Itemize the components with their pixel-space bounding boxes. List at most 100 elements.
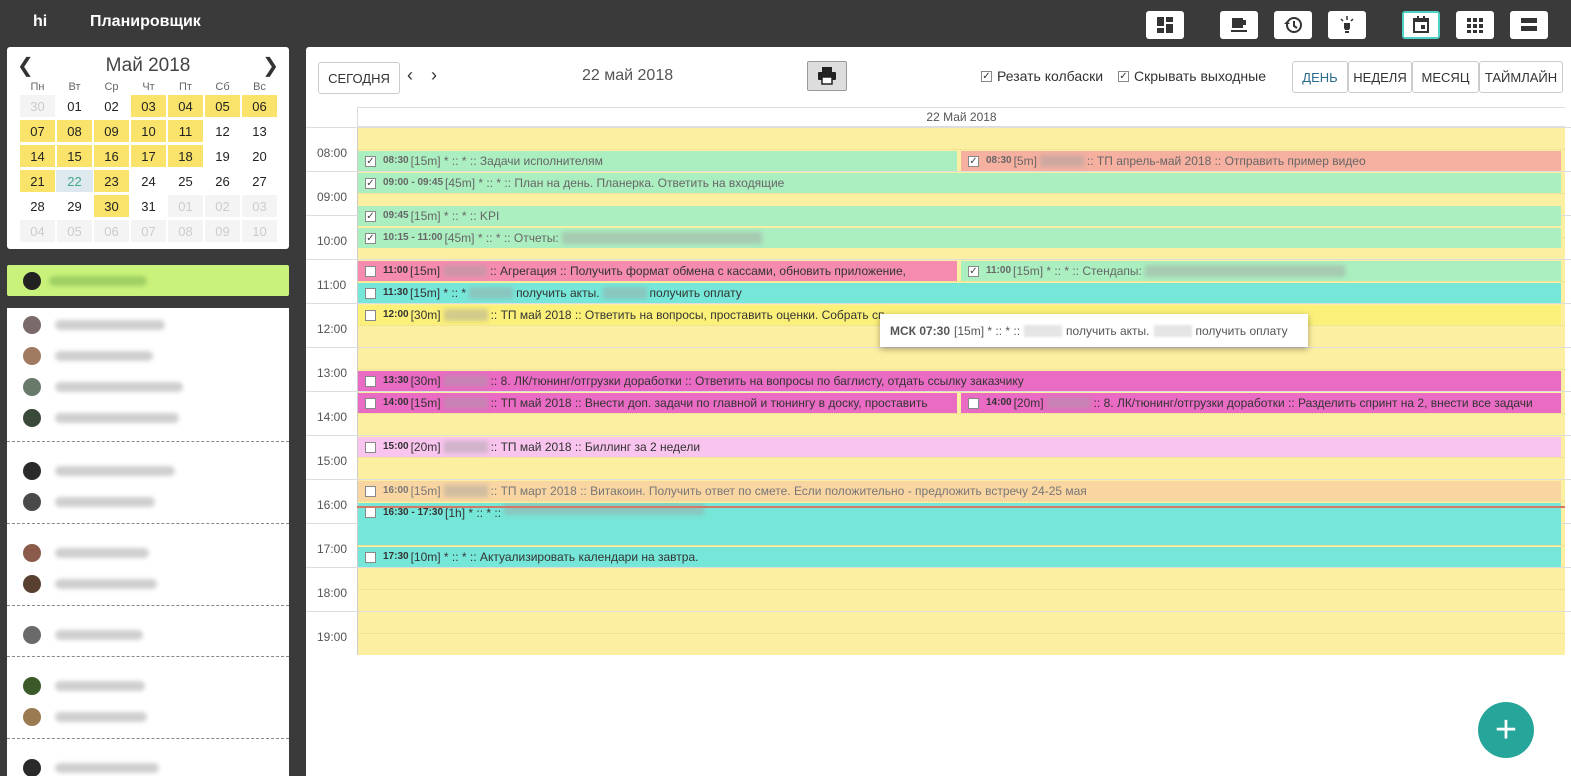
highlight-button[interactable] (1328, 11, 1366, 39)
day-cell[interactable]: 13 (241, 120, 278, 142)
day-cell[interactable]: 03 (242, 195, 277, 217)
view-day-button[interactable]: ДЕНЬ (1292, 61, 1348, 93)
day-cell-today[interactable]: 22 (56, 170, 93, 192)
current-user[interactable] (7, 265, 289, 296)
day-cell[interactable]: 25 (167, 170, 204, 192)
calendar-event[interactable]: 16:00 [15m]:: ТП март 2018 :: Витакоин. П… (358, 481, 1561, 501)
view-month-button[interactable]: МЕСЯЦ (1412, 61, 1479, 93)
checkbox-checked-icon[interactable]: ✓ (968, 155, 979, 167)
calendar-event[interactable]: 17:30 [10m] * :: * :: Актуализировать кал… (358, 547, 1561, 567)
checkbox-checked-icon[interactable]: ✓ (1118, 70, 1129, 82)
calendar-event[interactable]: 14:00 [15m]:: ТП май 2018 :: Внести доп. … (358, 393, 957, 413)
day-cell[interactable]: 06 (94, 220, 129, 242)
today-button[interactable]: СЕГОДНЯ (318, 62, 400, 94)
day-cell[interactable]: 08 (168, 220, 203, 242)
view-timeline-button[interactable]: ТАЙМЛАЙН (1479, 61, 1563, 93)
checkbox-checked-icon[interactable]: ✓ (365, 232, 376, 244)
list-item[interactable] (7, 309, 289, 340)
day-cell[interactable]: 02 (93, 95, 130, 117)
day-cell[interactable]: 21 (20, 170, 55, 192)
day-cell[interactable]: 07 (20, 120, 55, 142)
day-cell[interactable]: 18 (168, 145, 203, 167)
day-cell[interactable]: 02 (205, 195, 240, 217)
day-cell[interactable]: 31 (130, 195, 167, 217)
next-month-icon[interactable]: ❯ (262, 53, 279, 78)
day-cell[interactable]: 28 (19, 195, 56, 217)
day-cell[interactable]: 12 (204, 120, 241, 142)
hide-weekends-toggle[interactable]: ✓ Скрывать выходные (1118, 68, 1266, 84)
history-button[interactable] (1274, 11, 1312, 39)
calendar-event[interactable]: ✓ 09:00 - 09:45 [45m] * :: * :: План на де… (358, 173, 1561, 193)
checkbox-checked-icon[interactable]: ✓ (968, 265, 979, 277)
list-item[interactable] (7, 340, 289, 371)
checkbox-icon[interactable] (365, 287, 376, 299)
day-cell[interactable]: 30 (94, 195, 129, 217)
list-view-button[interactable] (1510, 11, 1548, 39)
list-item[interactable] (7, 619, 289, 650)
calendar-event[interactable]: 14:00 [20m]:: 8. ЛК/тюнинг/отгрузки дораб… (961, 393, 1561, 413)
list-item[interactable] (7, 701, 289, 732)
checkbox-icon[interactable] (365, 397, 376, 409)
checkbox-icon[interactable] (365, 485, 376, 497)
day-cell[interactable]: 03 (131, 95, 166, 117)
day-cell[interactable]: 20 (241, 145, 278, 167)
day-cell[interactable]: 06 (242, 95, 277, 117)
calendar-event[interactable]: 16:30 - 17:30 [1h] * :: * :: (358, 503, 1561, 545)
list-item[interactable] (7, 455, 289, 486)
brand-logo[interactable]: hi (33, 13, 47, 31)
calendar-event[interactable]: 15:00 [20m]:: ТП май 2018 :: Биллинг за 2… (358, 437, 1561, 457)
list-item[interactable] (7, 670, 289, 701)
calendar-event[interactable]: ✓ 10:15 - 11:00 [45m] * :: * :: Отчеты: (358, 228, 1561, 248)
day-cell[interactable]: 29 (56, 195, 93, 217)
checkbox-checked-icon[interactable]: ✓ (365, 210, 376, 222)
list-item[interactable] (7, 486, 289, 517)
calendar-event[interactable]: ✓ 11:00 [15m] * :: * :: Стендапы: (961, 261, 1561, 281)
list-item[interactable] (7, 537, 289, 568)
add-event-button[interactable]: + (1478, 702, 1534, 758)
day-calendar-button[interactable] (1402, 11, 1440, 39)
calendar-event[interactable]: ✓ 08:30 [5m]:: ТП апрель-май 2018 :: Отпра… (961, 151, 1561, 171)
grid-view-button[interactable] (1456, 11, 1494, 39)
checkbox-checked-icon[interactable]: ✓ (365, 155, 376, 167)
day-cell[interactable]: 08 (57, 120, 92, 142)
day-cell[interactable]: 04 (20, 220, 55, 242)
day-cell[interactable]: 05 (205, 95, 240, 117)
calendar-event[interactable]: 11:00 [15m]:: Агрегация :: Получить форма… (358, 261, 957, 281)
next-day-icon[interactable]: › (431, 65, 437, 86)
checkbox-icon[interactable] (365, 309, 376, 321)
day-cell[interactable]: 14 (20, 145, 55, 167)
day-cell[interactable]: 23 (94, 170, 129, 192)
day-cell[interactable]: 01 (56, 95, 93, 117)
day-cell[interactable]: 10 (131, 120, 166, 142)
calendar-event[interactable]: ✓ 08:30 [15m] * :: * :: Задачи исполнителя… (358, 151, 957, 171)
day-cell[interactable]: 15 (57, 145, 92, 167)
checkbox-icon[interactable] (365, 375, 376, 387)
day-cell[interactable]: 05 (57, 220, 92, 242)
calendar-event[interactable]: 11:30 [15m] * :: * получить акты. получить … (358, 283, 1561, 303)
day-cell[interactable]: 04 (168, 95, 203, 117)
day-cell[interactable]: 19 (204, 145, 241, 167)
day-cell[interactable]: 27 (241, 170, 278, 192)
calendar-event[interactable]: 13:30 [30m]:: 8. ЛК/тюнинг/отгрузки дораб… (358, 371, 1561, 391)
checkbox-checked-icon[interactable]: ✓ (365, 177, 376, 189)
view-week-button[interactable]: НЕДЕЛЯ (1348, 61, 1412, 93)
day-cell[interactable]: 24 (130, 170, 167, 192)
list-item[interactable] (7, 402, 289, 433)
day-cell[interactable]: 09 (94, 120, 129, 142)
list-item[interactable] (7, 752, 289, 776)
list-item[interactable] (7, 568, 289, 599)
day-cell[interactable]: 11 (168, 120, 203, 142)
checkbox-icon[interactable] (365, 507, 376, 518)
checkbox-icon[interactable] (365, 265, 376, 277)
list-item[interactable] (7, 371, 289, 402)
day-cell[interactable]: 07 (131, 220, 166, 242)
day-cell[interactable]: 16 (94, 145, 129, 167)
day-cell[interactable]: 17 (131, 145, 166, 167)
print-button[interactable] (807, 61, 847, 91)
cut-sausages-toggle[interactable]: ✓ Резать колбаски (981, 68, 1103, 84)
day-cell[interactable]: 01 (168, 195, 203, 217)
checkbox-icon[interactable] (968, 397, 979, 409)
checkbox-icon[interactable] (365, 551, 376, 563)
checkbox-icon[interactable] (365, 441, 376, 453)
calendar-event[interactable]: ✓ 09:45 [15m] * :: * :: KPI (358, 206, 1561, 226)
